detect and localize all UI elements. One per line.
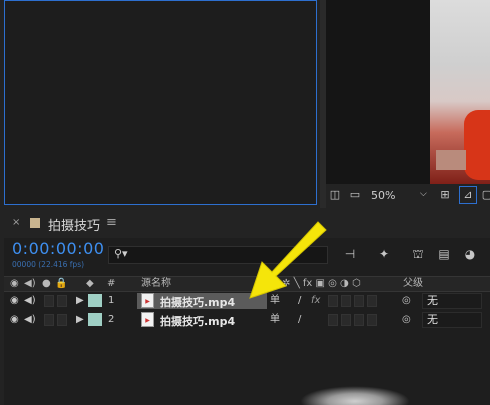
annotation-arrow-icon [249, 221, 327, 299]
lock-switch[interactable] [57, 314, 67, 326]
panel-menu-icon[interactable]: ≡ [106, 215, 117, 230]
parent-select[interactable]: 无 [422, 293, 482, 309]
3d-switch[interactable] [367, 314, 377, 326]
frame-readout: 00000 (22.416 fps) [12, 260, 85, 269]
frame-blend-switch[interactable] [328, 314, 338, 326]
motion-blur-switch[interactable] [341, 314, 351, 326]
timeline-tab-label[interactable]: 拍摄技巧 [48, 215, 100, 234]
label-color-swatch[interactable] [88, 294, 102, 307]
snapshot-icon[interactable]: ◫ [328, 188, 342, 202]
speaker-icon[interactable]: ◀) [24, 313, 36, 327]
label-color-swatch[interactable] [88, 313, 102, 326]
fit-icon[interactable]: ⊞ [438, 188, 452, 202]
preview-red-object [464, 110, 490, 180]
current-time-display[interactable]: 0:00:00:00 [12, 239, 104, 258]
eye-icon[interactable]: ◉ [10, 294, 19, 308]
expand-arrow-icon[interactable]: ▶ [76, 294, 84, 308]
brush-stroke-artifact [300, 386, 410, 405]
viewer-toolbar: ◫ ▭ 50% ⌵ ⊞ ⊿ ▢ [326, 184, 490, 208]
eye-icon[interactable]: ◉ [10, 277, 19, 291]
eye-icon[interactable]: ◉ [10, 313, 19, 327]
comp-flowchart-icon[interactable]: ⊣ [342, 246, 358, 262]
layer-name[interactable]: 拍摄技巧.mp4 [160, 294, 235, 310]
composition-preview-image [430, 0, 490, 184]
preview-box [436, 150, 466, 170]
shy-switch[interactable]: 单 [270, 313, 280, 327]
layer-index: 2 [108, 314, 115, 325]
source-name-column-header[interactable]: 源名称 [141, 277, 171, 291]
grid-icon: ⊿ [463, 188, 473, 201]
parent-select[interactable]: 无 [422, 312, 482, 328]
solo-switch[interactable] [44, 314, 54, 326]
3d-switch[interactable] [367, 295, 377, 307]
video-file-icon: ▶ [141, 293, 154, 308]
search-icon: ⚲▾ [114, 247, 128, 260]
speaker-icon[interactable]: ◀) [24, 294, 36, 308]
frame-blending-icon[interactable]: ▤ [436, 246, 452, 262]
shy-layers-icon[interactable]: ⛫ [410, 246, 426, 262]
draft-3d-icon[interactable]: ✦ [376, 246, 392, 262]
lock-switch[interactable] [57, 295, 67, 307]
layer-index: 1 [108, 295, 115, 306]
lock-icon[interactable]: 🔒 [55, 277, 67, 291]
adjustment-switch[interactable] [354, 295, 364, 307]
quality-switch[interactable]: / [298, 313, 301, 327]
chevron-down-icon[interactable]: ⌵ [420, 189, 427, 199]
tag-icon[interactable]: ◆ [86, 277, 94, 291]
parent-pickwhip-icon[interactable]: ◎ [402, 313, 411, 327]
grid-toggle[interactable]: ⊿ [459, 186, 477, 204]
close-icon[interactable]: × [12, 217, 20, 228]
layer-row[interactable]: ◉ ◀) ▶ 2 ▶ 拍摄技巧.mp4 单 / ◎ 无 [4, 311, 490, 329]
expand-arrow-icon[interactable]: ▶ [76, 313, 84, 327]
monitor-icon[interactable]: ▭ [348, 188, 362, 202]
speaker-icon[interactable]: ◀) [24, 277, 36, 291]
solo-icon[interactable]: ● [42, 277, 51, 291]
composition-color-swatch [30, 218, 40, 228]
adjustment-switch[interactable] [354, 314, 364, 326]
parent-pickwhip-icon[interactable]: ◎ [402, 294, 411, 308]
motion-blur-switch[interactable] [341, 295, 351, 307]
video-file-icon: ▶ [141, 312, 154, 327]
more-icon[interactable]: ▢ [480, 188, 490, 202]
layer-name[interactable]: 拍摄技巧.mp4 [160, 313, 235, 329]
number-column-header[interactable]: # [107, 277, 115, 291]
solo-switch[interactable] [44, 295, 54, 307]
motion-blur-icon[interactable]: ◕ [462, 246, 478, 262]
parent-column-header[interactable]: 父级 [403, 277, 423, 291]
project-panel[interactable] [4, 0, 317, 205]
